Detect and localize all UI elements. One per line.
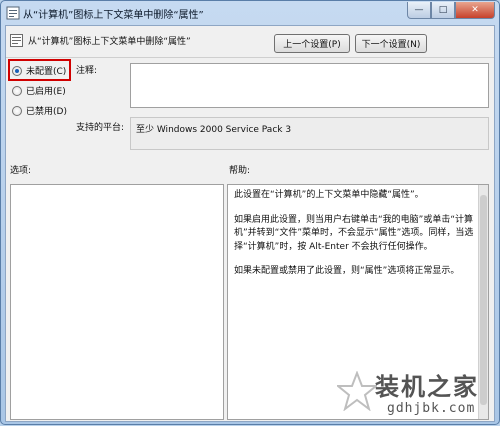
supported-platform-field: 至少 Windows 2000 Service Pack 3: [130, 117, 489, 150]
watermark-brand: 装机之家: [375, 373, 479, 401]
help-paragraph: 如果未配置或禁用了此设置，则“属性”选项将正常显示。: [234, 266, 460, 276]
comment-label: 注释:: [76, 66, 98, 76]
radio-label: 已启用(E): [26, 87, 66, 97]
options-panel: [10, 184, 224, 420]
radio-button[interactable]: [12, 85, 22, 96]
radio-label: 已禁用(D): [26, 107, 67, 117]
options-label: 选项:: [10, 166, 32, 176]
dialog-body: 从“计算机”图标上下文菜单中删除“属性” 上一个设置(P) 下一个设置(N) 未…: [5, 25, 495, 422]
header-row: 从“计算机”图标上下文菜单中删除“属性” 上一个设置(P) 下一个设置(N): [6, 26, 494, 56]
radio-label: 未配置(C): [26, 67, 67, 77]
policy-editor-window: 从“计算机”图标上下文菜单中删除“属性” — □ ✕ 从“计算机”图标上下文菜单…: [0, 0, 500, 425]
watermark: 装机之家 gdhjbk.com: [337, 365, 500, 426]
header-divider: [6, 57, 494, 58]
watermark-url: gdhjbk.com: [387, 401, 476, 416]
close-button[interactable]: ✕: [455, 2, 495, 19]
help-paragraph: 如果启用此设置，则当用户右键单击“我的电脑”或单击“计算机”并转到“文件”菜单时…: [234, 214, 474, 252]
help-label: 帮助:: [229, 166, 251, 176]
title-bar[interactable]: 从“计算机”图标上下文菜单中删除“属性” — □ ✕: [1, 1, 499, 25]
help-paragraph: 此设置在“计算机”的上下文菜单中隐藏“属性”。: [234, 190, 424, 200]
radio-button[interactable]: [12, 105, 22, 116]
supported-platform-label: 支持的平台:: [76, 123, 125, 133]
next-setting-button[interactable]: 下一个设置(N): [355, 34, 427, 53]
minimize-button[interactable]: —: [407, 2, 431, 19]
policy-app-icon: [6, 6, 20, 20]
previous-setting-button[interactable]: 上一个设置(P): [274, 34, 350, 53]
policy-title: 从“计算机”图标上下文菜单中删除“属性”: [28, 37, 191, 47]
maximize-button[interactable]: □: [431, 2, 455, 19]
window-title: 从“计算机”图标上下文菜单中删除“属性”: [23, 10, 204, 21]
policy-setting-icon: [10, 34, 23, 47]
radio-enabled[interactable]: 已启用(E): [12, 84, 66, 97]
window-controls: — □ ✕: [407, 2, 495, 19]
star-icon: [337, 371, 377, 411]
comment-textarea[interactable]: [130, 63, 489, 108]
radio-button-checked[interactable]: [12, 65, 22, 76]
radio-disabled[interactable]: 已禁用(D): [12, 104, 67, 117]
radio-not-configured[interactable]: 未配置(C): [12, 64, 66, 77]
